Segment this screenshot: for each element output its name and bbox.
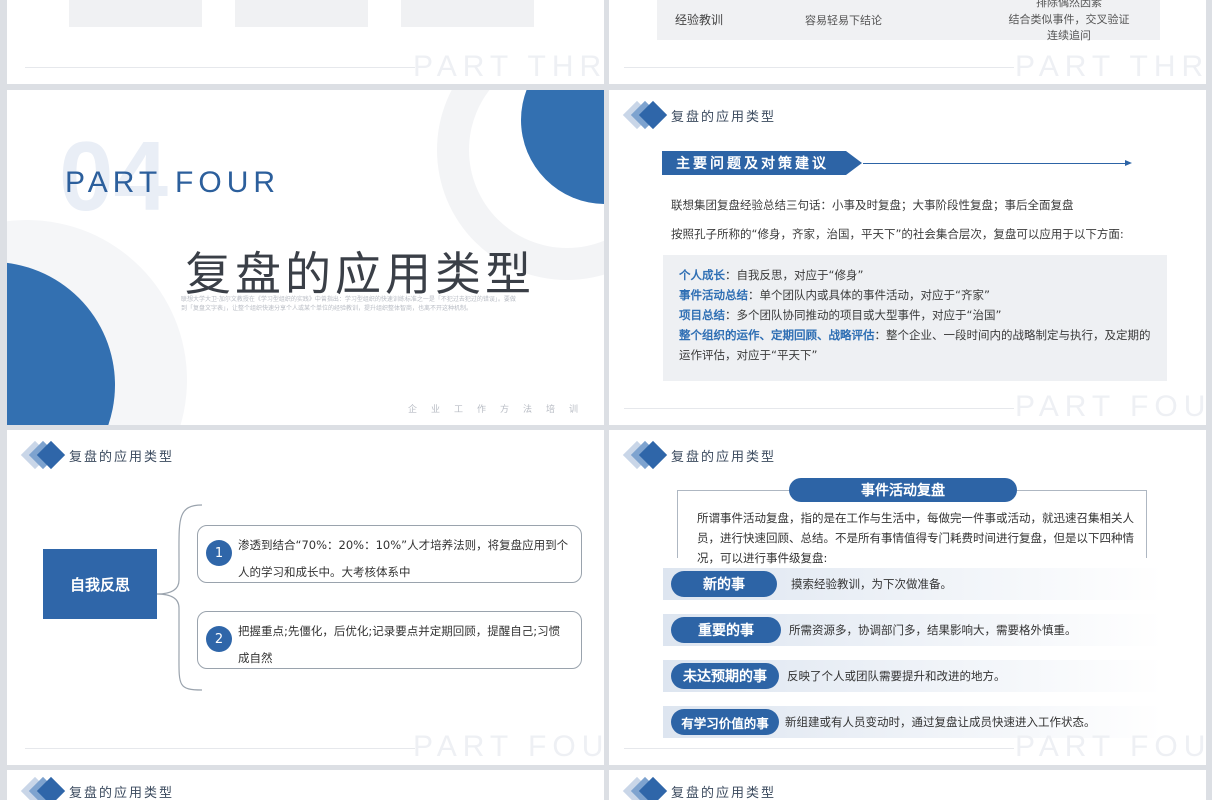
part-watermark: PART THREE <box>1015 50 1206 83</box>
item-label: 整个组织的运作、定期回顾、战略评估 <box>679 328 875 342</box>
diamond-icon <box>20 776 66 800</box>
diamond-icon <box>622 776 668 800</box>
list-item: 整个组织的运作、定期回顾、战略评估：整个企业、一段时间内的战略制定与执行，及定期… <box>679 325 1151 365</box>
table-row-right-3: 连续追问 <box>1047 29 1091 42</box>
part-watermark: PART FOUR <box>1015 390 1206 423</box>
slide-header: 复盘的应用类型 <box>622 440 777 470</box>
slide-6[interactable]: 复盘的应用类型 事件活动复盘 所谓事件活动复盘，指的是在工作与生活中，每做完一件… <box>609 430 1206 765</box>
banner-arrow-line <box>863 163 1129 164</box>
watermark-line <box>25 748 415 749</box>
diamond-icon <box>622 100 668 130</box>
topic-box: 自我反思 <box>43 549 157 619</box>
case-text: 摸索经验教训，为下次做准备。 <box>791 577 952 591</box>
case-row-1: 新的事 摸索经验教训，为下次做准备。 <box>663 568 1163 600</box>
watermark-line <box>624 748 1014 749</box>
header-title: 复盘的应用类型 <box>671 109 777 125</box>
case-label: 未达预期的事 <box>671 663 779 689</box>
slide-4[interactable]: 复盘的应用类型 主要问题及对策建议 联想集团复盘经验总结三句话：小事及时复盘；大… <box>609 90 1206 425</box>
slide-1[interactable]: PART THREE <box>7 0 604 84</box>
part-title: PART FOUR <box>65 166 281 199</box>
list-item: 项目总结：多个团队协同推动的项目或大型事件，对应于“治国” <box>679 305 1151 325</box>
header-title: 复盘的应用类型 <box>671 785 777 800</box>
case-row-2: 重要的事 所需资源多，协调部门多，结果影响大，需要格外慎重。 <box>663 614 1163 646</box>
number-badge: 2 <box>206 626 232 652</box>
summary-line-2: 按照孔子所称的“修身，齐家，治国，平天下”的社会集合层次，复盘可以应用于以下方面… <box>671 227 1124 241</box>
slide-header: 复盘的应用类型 <box>622 776 777 800</box>
slide-3[interactable]: 04 PART FOUR 复盘的应用类型 联想大学大卫·加尔文教授在《学习型组织… <box>7 90 604 425</box>
slide-header: 复盘的应用类型 <box>20 440 175 470</box>
list-item: 事件活动总结：单个团队内或具体的事件活动，对应于“齐家” <box>679 285 1151 305</box>
list-item: 个人成长：自我反思，对应于“修身” <box>679 265 1151 285</box>
application-list: 个人成长：自我反思，对应于“修身” 事件活动总结：单个团队内或具体的事件活动，对… <box>663 255 1167 381</box>
case-text: 新组建或有人员变动时，通过复盘让成员快速进入工作状态。 <box>785 715 1096 729</box>
point-card-1: 1 渗透到结合“70%：20%：10%”人才培养法则，将复盘应用到个人的学习和成… <box>197 525 582 583</box>
item-label: 个人成长 <box>679 268 725 282</box>
slide-header: 复盘的应用类型 <box>622 100 777 130</box>
point-card-2: 2 把握重点;先僵化，后优化;记录要点并定期回顾，提醒自己;习惯成自然 <box>197 611 582 669</box>
summary-line-1: 联想集团复盘经验总结三句话：小事及时复盘；大事阶段性复盘；事后全面复盘 <box>671 198 1074 212</box>
description: 所谓事件活动复盘，指的是在工作与生活中，每做完一件事或活动，就迅速召集相关人员，… <box>697 511 1134 565</box>
section-title-pill: 事件活动复盘 <box>789 478 1017 502</box>
slide-5[interactable]: 复盘的应用类型 自我反思 1 渗透到结合“70%：20%：10%”人才培养法则，… <box>7 430 604 765</box>
slide-8[interactable]: 复盘的应用类型 <box>609 770 1206 800</box>
case-text: 所需资源多，协调部门多，结果影响大，需要格外慎重。 <box>789 623 1077 637</box>
slide-2[interactable]: 经验教训 容易轻易下结论 排除偶然因素 结合类似事件，交叉验证 连续追问 PAR… <box>609 0 1206 84</box>
slide-7[interactable]: 复盘的应用类型 <box>7 770 604 800</box>
item-label: 项目总结 <box>679 308 725 322</box>
header-title: 复盘的应用类型 <box>69 449 175 465</box>
footer-text: 企业工作方法培训 <box>407 405 592 415</box>
item-text: ：自我反思，对应于“修身” <box>725 268 864 282</box>
case-label: 新的事 <box>671 571 777 597</box>
gray-card-3 <box>401 0 534 27</box>
item-text: ：多个团队协同推动的项目或大型事件，对应于“治国” <box>725 308 1002 322</box>
gray-card-1 <box>69 0 202 27</box>
case-label: 重要的事 <box>671 617 781 643</box>
point-text: 渗透到结合“70%：20%：10%”人才培养法则，将复盘应用到个人的学习和成长中… <box>238 538 569 579</box>
part-watermark: PART FOUR <box>1015 730 1206 763</box>
watermark-line <box>25 67 415 68</box>
intro-text: 联想大学大卫·加尔文教授在《学习型组织的实践》中曾指出：学习型组织的快速训练标准… <box>181 296 516 312</box>
table-row-right-2: 结合类似事件，交叉验证 <box>1008 13 1130 26</box>
header-title: 复盘的应用类型 <box>69 785 175 800</box>
arrow-right-icon <box>1125 160 1132 166</box>
table-row-right-1: 排除偶然因素 <box>1036 0 1102 9</box>
item-text: ：单个团队内或具体的事件活动，对应于“齐家” <box>748 288 990 302</box>
watermark-line <box>624 67 1014 68</box>
table-row-mid: 容易轻易下结论 <box>805 14 882 27</box>
section-banner: 主要问题及对策建议 <box>662 151 862 175</box>
number-badge: 1 <box>206 540 232 566</box>
item-label: 事件活动总结 <box>679 288 748 302</box>
header-title: 复盘的应用类型 <box>671 449 777 465</box>
case-row-3: 未达预期的事 反映了个人或团队需要提升和改进的地方。 <box>663 660 1163 692</box>
case-text: 反映了个人或团队需要提升和改进的地方。 <box>787 669 1006 683</box>
case-label: 有学习价值的事 <box>671 709 779 735</box>
part-watermark: PART THREE <box>413 50 604 83</box>
diamond-icon <box>20 440 66 470</box>
slide-header: 复盘的应用类型 <box>20 776 175 800</box>
point-text: 把握重点;先僵化，后优化;记录要点并定期回顾，提醒自己;习惯成自然 <box>238 624 561 665</box>
part-watermark: PART FOUR <box>413 730 604 763</box>
gray-card-2 <box>235 0 368 27</box>
diamond-icon <box>622 440 668 470</box>
watermark-line <box>624 408 1014 409</box>
table-row-label: 经验教训 <box>675 13 724 27</box>
